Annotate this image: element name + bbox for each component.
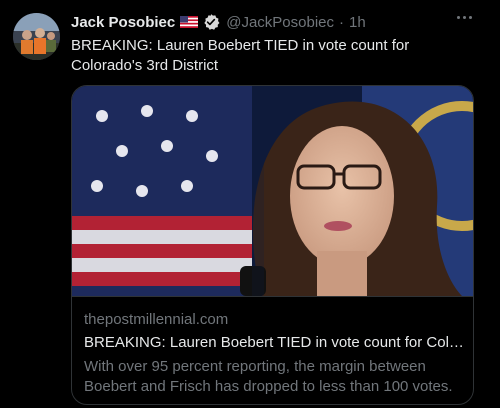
link-card[interactable]: thepostmillennial.com BREAKING: Lauren B… — [71, 85, 474, 405]
card-description: With over 95 percent reporting, the marg… — [84, 358, 453, 395]
timestamp[interactable]: 1h — [349, 14, 366, 31]
card-title: BREAKING: Lauren Boebert TIED in vote co… — [84, 334, 464, 351]
tweet-header: Jack Posobiec @JackPosobiec · 1h — [71, 11, 480, 33]
tweet-text: BREAKING: Lauren Boebert TIED in vote co… — [71, 37, 410, 74]
verified-badge-icon — [202, 13, 220, 31]
avatar[interactable] — [13, 13, 60, 60]
more-options-icon[interactable] — [457, 16, 472, 19]
author-handle[interactable]: @JackPosobiec — [226, 14, 334, 31]
us-flag-icon — [180, 16, 199, 28]
avatar-photo — [13, 13, 60, 60]
card-body: thepostmillennial.com BREAKING: Lauren B… — [72, 296, 473, 404]
tweet[interactable]: Jack Posobiec @JackPosobiec · 1h BREAKIN… — [0, 0, 500, 408]
author-name[interactable]: Jack Posobiec — [71, 14, 175, 31]
card-domain: thepostmillennial.com — [84, 311, 229, 328]
separator: · — [339, 13, 345, 31]
card-image — [72, 86, 473, 296]
